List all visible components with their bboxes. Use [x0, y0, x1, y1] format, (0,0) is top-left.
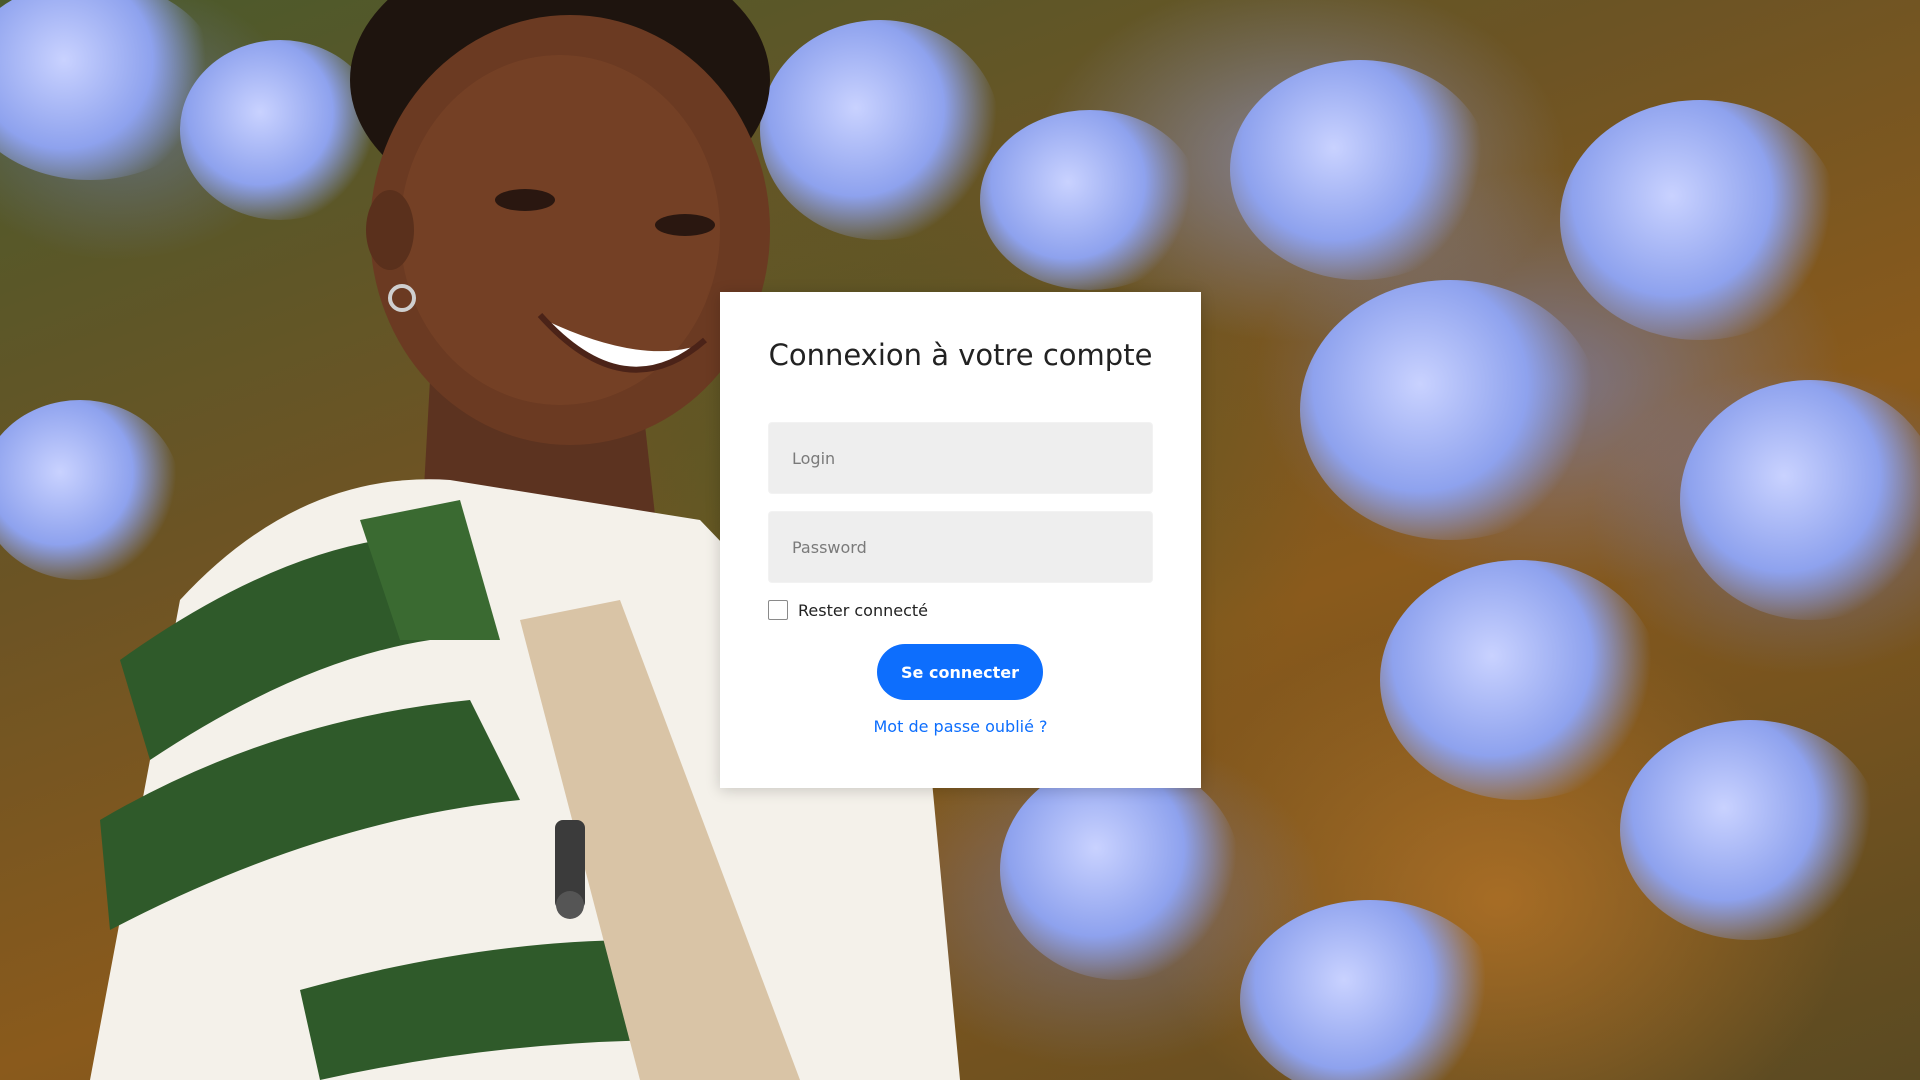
remember-me-label: Rester connecté [798, 600, 928, 620]
login-input[interactable] [768, 422, 1153, 494]
flower-cluster [1300, 280, 1600, 540]
flower-cluster [1230, 60, 1490, 280]
login-title: Connexion à votre compte [768, 338, 1153, 372]
flower-cluster [1620, 720, 1880, 940]
flower-cluster [1680, 380, 1920, 620]
flower-cluster [1240, 900, 1500, 1080]
forgot-password-link[interactable]: Mot de passe oublié ? [720, 717, 1201, 736]
flower-cluster [1380, 560, 1660, 800]
flower-cluster [1000, 760, 1240, 980]
remember-me-row[interactable]: Rester connecté [768, 600, 928, 620]
remember-me-checkbox[interactable] [768, 600, 788, 620]
password-input[interactable] [768, 511, 1153, 583]
flower-cluster [980, 110, 1200, 290]
sign-in-button[interactable]: Se connecter [877, 644, 1043, 700]
login-card: Connexion à votre compte Rester connecté… [720, 292, 1201, 788]
flower-cluster [1560, 100, 1840, 340]
